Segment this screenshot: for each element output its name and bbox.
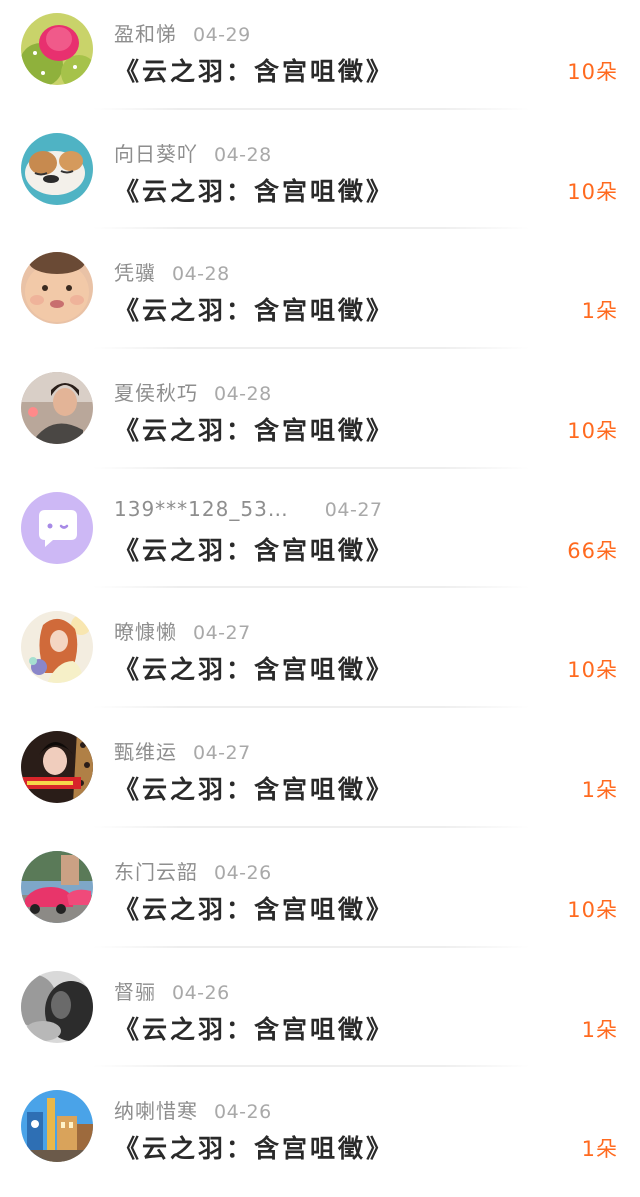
pink-car-avatar-icon[interactable] (21, 850, 93, 923)
baby-face-avatar-icon[interactable] (21, 252, 93, 325)
gift-amount: 10朵 (567, 897, 618, 922)
list-item[interactable]: 夏侯秋巧 04-28 《云之羽：含宫咀徵》 10朵 (0, 359, 640, 479)
list-item[interactable]: 139***128_53… 04-27 《云之羽：含宫咀徵》 66朵 (0, 479, 640, 599)
list-item[interactable]: 纳喇惜寒 04-26 《云之羽：含宫咀徵》 1朵 (0, 1077, 640, 1197)
item-title: 《云之羽：含宫咀徵》 (114, 176, 395, 206)
gift-amount: 10朵 (567, 179, 618, 204)
divider (93, 706, 530, 709)
cactus-flower-avatar-icon[interactable] (21, 13, 93, 85)
item-date: 04-26 (214, 861, 272, 884)
item-date: 04-27 (324, 498, 383, 521)
item-date: 04-27 (193, 622, 251, 645)
item-date: 04-27 (193, 742, 251, 765)
item-title: 《云之羽：含宫咀徵》 (114, 1134, 395, 1164)
item-date: 04-26 (172, 981, 230, 1004)
item-date: 04-29 (193, 24, 251, 46)
monochrome-portrait-avatar-icon[interactable] (21, 970, 93, 1043)
list-item[interactable]: 甄维运 04-27 《云之羽：含宫咀徵》 1朵 (0, 718, 640, 838)
user-name: 凭骥 04-28 (114, 261, 230, 286)
gift-amount: 1朵 (581, 1137, 618, 1162)
item-date: 04-28 (214, 143, 272, 166)
gift-amount: 1朵 (581, 778, 618, 803)
divider (93, 586, 530, 589)
list-item[interactable]: 向日葵吖 04-28 《云之羽：含宫咀徵》 10朵 (0, 120, 640, 240)
item-title: 《云之羽：含宫咀徵》 (114, 57, 395, 86)
user-name: 夏侯秋巧 04-28 (114, 381, 272, 406)
gift-amount: 10朵 (567, 658, 618, 683)
gift-amount: 10朵 (567, 419, 618, 444)
item-title: 《云之羽：含宫咀徵》 (114, 296, 395, 326)
item-title: 《云之羽：含宫咀徵》 (114, 416, 395, 446)
divider (93, 466, 530, 469)
list-item[interactable]: 督骊 04-26 《云之羽：含宫咀徵》 1朵 (0, 958, 640, 1078)
list-item[interactable]: 东门云韶 04-26 《云之羽：含宫咀徵》 10朵 (0, 838, 640, 958)
list-item[interactable]: 暸慷懒 04-27 《云之羽：含宫咀徵》 10朵 (0, 598, 640, 718)
gift-amount: 10朵 (567, 60, 618, 84)
sleeping-dog-avatar-icon[interactable] (21, 132, 93, 205)
city-street-avatar-icon[interactable] (21, 1090, 93, 1163)
divider (93, 347, 530, 350)
item-title: 《云之羽：含宫咀徵》 (114, 775, 395, 805)
gift-amount: 1朵 (581, 1017, 618, 1042)
woman-selfie-avatar-icon[interactable] (21, 731, 93, 804)
divider (93, 107, 530, 110)
item-date: 04-26 (214, 1101, 272, 1124)
divider (93, 825, 530, 828)
divider (93, 945, 530, 948)
list-item[interactable]: 盈和悌 04-29 《云之羽：含宫咀徵》 10朵 (0, 0, 640, 120)
user-name: 暸慷懒 04-27 (114, 620, 251, 645)
gift-amount: 1朵 (581, 299, 618, 324)
item-date: 04-28 (172, 263, 230, 286)
default-chat-avatar-icon[interactable] (21, 491, 93, 564)
item-title: 《云之羽：含宫咀徵》 (114, 894, 395, 924)
illustrated-girl-avatar-icon[interactable] (21, 611, 93, 684)
user-name: 甄维运 04-27 (114, 740, 251, 765)
user-name: 139***128_53… 04-27 (114, 496, 383, 521)
item-title: 《云之羽：含宫咀徵》 (114, 535, 395, 565)
user-name: 盈和悌 04-29 (114, 22, 251, 46)
woman-photo-avatar-icon[interactable] (21, 372, 93, 445)
item-title: 《云之羽：含宫咀徵》 (114, 655, 395, 685)
user-name: 向日葵吖 04-28 (114, 141, 272, 166)
item-title: 《云之羽：含宫咀徵》 (114, 1014, 395, 1044)
divider (93, 1065, 530, 1068)
item-date: 04-28 (214, 383, 272, 406)
list-item[interactable]: 凭骥 04-28 《云之羽：含宫咀徵》 1朵 (0, 239, 640, 359)
gift-list: 盈和悌 04-29 《云之羽：含宫咀徵》 10朵 向日葵吖 04-28 《云之羽：含… (0, 0, 640, 1197)
user-name: 东门云韶 04-26 (114, 859, 272, 884)
divider (93, 227, 530, 230)
gift-amount: 66朵 (567, 538, 618, 563)
user-name: 纳喇惜寒 04-26 (114, 1099, 272, 1124)
user-name: 督骊 04-26 (114, 979, 230, 1004)
